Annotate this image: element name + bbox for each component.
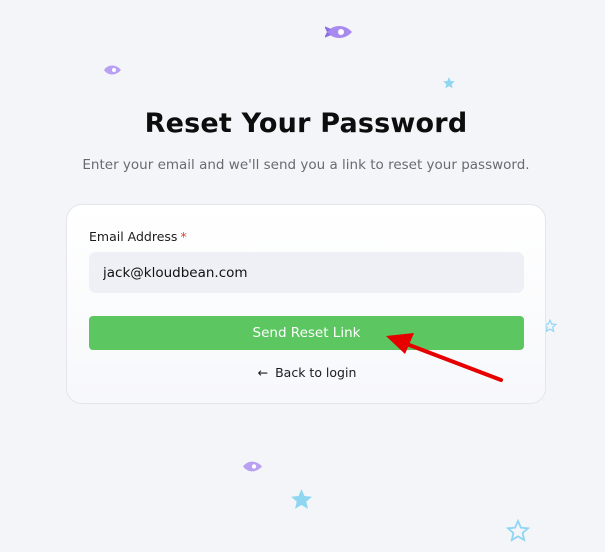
required-asterisk: * (180, 229, 187, 244)
email-label: Email Address * (89, 229, 187, 244)
page-subtitle: Enter your email and we'll send you a li… (82, 157, 530, 173)
email-field[interactable] (89, 252, 524, 293)
send-reset-link-button[interactable]: Send Reset Link (89, 316, 524, 350)
star-icon (291, 489, 312, 509)
arrow-left-icon: ← (257, 365, 269, 380)
back-to-login-label: Back to login (275, 365, 357, 380)
rocket-icon (243, 461, 262, 472)
reset-password-page: { "header": { "title": "Reset Your Passw… (0, 0, 605, 552)
email-label-text: Email Address (89, 229, 178, 244)
star-icon (443, 77, 455, 89)
rocket-icon (325, 26, 352, 38)
star-outline-icon (506, 519, 530, 542)
back-to-login-link[interactable]: ← Back to login (67, 365, 547, 380)
reset-form-card: Email Address* Send Reset Link ← Back to … (66, 204, 546, 404)
page-title: Reset Your Password (144, 108, 468, 139)
rocket-icon (104, 65, 121, 75)
